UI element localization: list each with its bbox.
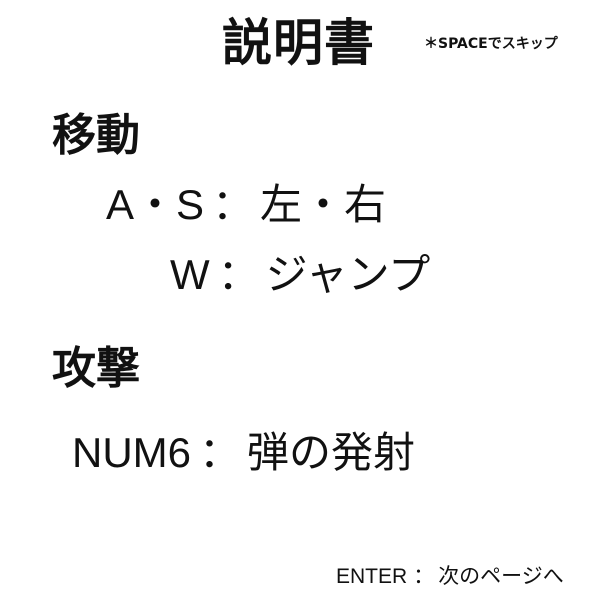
attack-heading: 攻撃 (52, 343, 140, 394)
movement-control-action: 左・右 (260, 180, 387, 229)
movement-control-action: ジャンプ (265, 250, 431, 299)
movement-control-separator: ： (217, 250, 260, 299)
movement-heading: 移動 (52, 110, 140, 161)
movement-control-key: A・S (106, 181, 205, 228)
next-page-separator: ： (413, 564, 435, 588)
instruction-screen: { "screen": { "title": "説明書", "skip_hint… (0, 0, 600, 600)
attack-control-separator: ： (199, 428, 242, 477)
next-page-hint: ENTER：次のページへ (336, 564, 564, 588)
next-page-action: 次のページへ (438, 564, 564, 588)
movement-control-left-right: A・S：左・右 (106, 184, 386, 226)
attack-control-key: NUM6 (72, 429, 192, 476)
attack-control-fire: NUM6：弾の発射 (72, 432, 415, 474)
page-title: 説明書 (222, 14, 375, 72)
attack-control-action: 弾の発射 (247, 428, 416, 477)
movement-control-jump: W：ジャンプ (170, 254, 430, 296)
skip-hint: ＊SPACEでスキップ (424, 36, 558, 52)
movement-control-separator: ： (212, 180, 255, 229)
movement-control-key: W (170, 251, 210, 298)
next-page-key: ENTER (336, 565, 408, 588)
